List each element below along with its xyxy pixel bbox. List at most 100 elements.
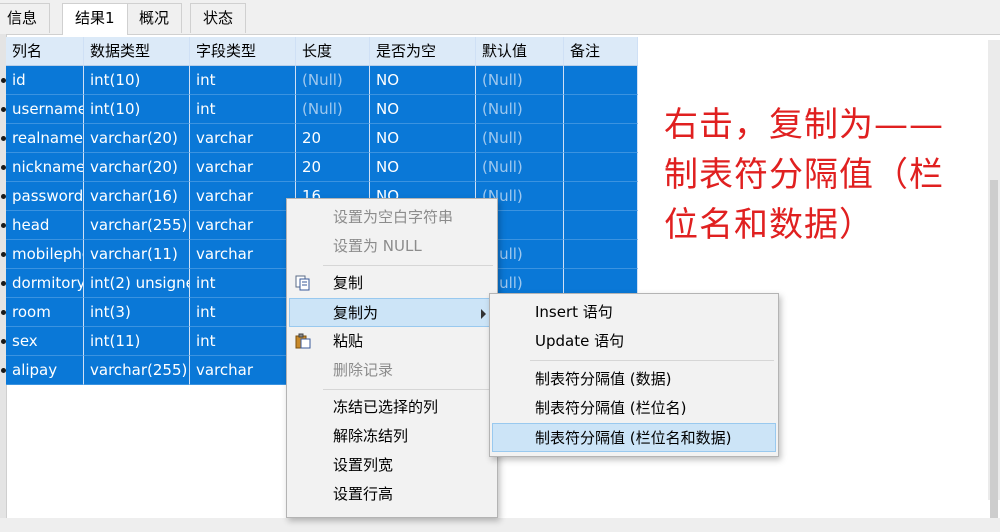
table-cell-field-type[interactable]: varchar <box>190 182 296 211</box>
menu-item-label: 复制 <box>333 274 364 292</box>
menu-item-copy[interactable]: 复制 <box>289 269 495 298</box>
menu-item-unfreeze-columns[interactable]: 解除冻结列 <box>289 422 495 451</box>
submenu-item-tsv-field-names[interactable]: 制表符分隔值 (栏位名) <box>492 394 776 423</box>
menu-item-paste[interactable]: 粘贴 <box>289 327 495 356</box>
grid-header-row: 列名 数据类型 字段类型 长度 是否为空 默认值 备注 <box>6 37 638 66</box>
table-cell-comment[interactable] <box>564 211 638 240</box>
menu-separator <box>530 360 774 361</box>
column-header-nullable[interactable]: 是否为空 <box>370 37 476 66</box>
column-header-length[interactable]: 长度 <box>296 37 370 66</box>
table-cell-field-type[interactable]: varchar <box>190 124 296 153</box>
table-row[interactable]: username int(10) int (Null) NO (Null) <box>1 95 638 124</box>
menu-item-set-row-height[interactable]: 设置行高 <box>289 480 495 509</box>
table-cell-field-type[interactable]: varchar <box>190 240 296 269</box>
table-cell-comment[interactable] <box>564 124 638 153</box>
table-cell-data-type[interactable]: int(10) <box>84 95 190 124</box>
table-cell-data-type[interactable]: varchar(255) <box>84 356 190 385</box>
table-cell-length[interactable]: 20 <box>296 124 370 153</box>
table-cell-default-value[interactable]: (Null) <box>476 66 564 95</box>
table-cell-data-type[interactable]: int(10) <box>84 66 190 95</box>
table-cell-col-name[interactable]: mobilephone <box>6 240 84 269</box>
table-cell-field-type[interactable]: varchar <box>190 356 296 385</box>
table-cell-comment[interactable] <box>564 182 638 211</box>
submenu-item-update-statement[interactable]: Update 语句 <box>492 327 776 356</box>
column-header-default-value[interactable]: 默认值 <box>476 37 564 66</box>
table-cell-nullable[interactable]: NO <box>370 124 476 153</box>
table-cell-col-name[interactable]: nickname <box>6 153 84 182</box>
table-cell-field-type[interactable]: int <box>190 95 296 124</box>
annotation-line: 制表符分隔值（栏 <box>664 155 944 195</box>
table-cell-data-type[interactable]: int(11) <box>84 327 190 356</box>
table-cell-comment[interactable] <box>564 66 638 95</box>
column-header-comment[interactable]: 备注 <box>564 37 638 66</box>
table-cell-data-type[interactable]: int(3) <box>84 298 190 327</box>
paste-icon <box>295 333 311 349</box>
table-cell-col-name[interactable]: password <box>6 182 84 211</box>
table-cell-comment[interactable] <box>564 95 638 124</box>
table-cell-length[interactable]: (Null) <box>296 95 370 124</box>
table-cell-col-name[interactable]: dormitory <box>6 269 84 298</box>
table-cell-field-type[interactable]: int <box>190 269 296 298</box>
table-cell-nullable[interactable]: NO <box>370 95 476 124</box>
context-menu: 设置为空白字符串 设置为 NULL 复制 复制为 粘贴 删除记录 冻结已选择的列… <box>286 198 498 518</box>
status-strip <box>0 518 1000 532</box>
submenu-item-tsv-field-names-and-data[interactable]: 制表符分隔值 (栏位名和数据) <box>492 423 776 452</box>
table-cell-field-type[interactable]: int <box>190 66 296 95</box>
copy-icon <box>295 275 310 291</box>
menu-item-label: 复制为 <box>333 304 379 322</box>
table-cell-data-type[interactable]: varchar(11) <box>84 240 190 269</box>
table-cell-data-type[interactable]: varchar(16) <box>84 182 190 211</box>
annotation-line: 位名和数据） <box>664 205 874 245</box>
table-cell-data-type[interactable]: varchar(255) <box>84 211 190 240</box>
table-cell-default-value[interactable]: (Null) <box>476 153 564 182</box>
table-row[interactable]: realname varchar(20) varchar 20 NO (Null) <box>1 124 638 153</box>
table-cell-col-name[interactable]: room <box>6 298 84 327</box>
tab-result1[interactable]: 结果1 <box>62 3 128 35</box>
table-cell-col-name[interactable]: username <box>6 95 84 124</box>
table-cell-field-type[interactable]: varchar <box>190 211 296 240</box>
submenu-item-tsv-data[interactable]: 制表符分隔值 (数据) <box>492 365 776 394</box>
table-cell-length[interactable]: (Null) <box>296 66 370 95</box>
table-cell-comment[interactable] <box>564 240 638 269</box>
table-cell-data-type[interactable]: varchar(20) <box>84 153 190 182</box>
table-cell-field-type[interactable]: int <box>190 327 296 356</box>
table-row[interactable]: id int(10) int (Null) NO (Null) <box>1 66 638 95</box>
table-cell-data-type[interactable]: int(2) unsigned <box>84 269 190 298</box>
tab-overview[interactable]: 概况 <box>126 3 183 33</box>
tab-info[interactable]: 信息 <box>0 3 51 33</box>
column-header-data-type[interactable]: 数据类型 <box>84 37 190 66</box>
table-cell-nullable[interactable]: NO <box>370 153 476 182</box>
table-cell-data-type[interactable]: varchar(20) <box>84 124 190 153</box>
table-cell-length[interactable]: 20 <box>296 153 370 182</box>
annotation-line: 右击，复制为—— <box>664 105 944 145</box>
table-cell-nullable[interactable]: NO <box>370 66 476 95</box>
table-cell-col-name[interactable]: head <box>6 211 84 240</box>
column-header-col-name[interactable]: 列名 <box>6 37 84 66</box>
annotation-text: 右击，复制为—— 制表符分隔值（栏 位名和数据） <box>664 100 982 250</box>
menu-separator <box>323 265 493 266</box>
table-cell-comment[interactable] <box>564 153 638 182</box>
menu-item-set-empty-string[interactable]: 设置为空白字符串 <box>289 203 495 232</box>
menu-item-label: 粘贴 <box>333 332 364 350</box>
submenu-item-insert-statement[interactable]: Insert 语句 <box>492 298 776 327</box>
table-cell-default-value[interactable]: (Null) <box>476 124 564 153</box>
menu-item-copy-as[interactable]: 复制为 <box>289 298 495 327</box>
menu-separator <box>323 389 493 390</box>
table-cell-field-type[interactable]: int <box>190 298 296 327</box>
table-cell-field-type[interactable]: varchar <box>190 153 296 182</box>
scrollbar-thumb[interactable] <box>990 180 998 520</box>
menu-item-freeze-selected-columns[interactable]: 冻结已选择的列 <box>289 393 495 422</box>
menu-item-set-null[interactable]: 设置为 NULL <box>289 232 495 261</box>
menu-item-set-column-width[interactable]: 设置列宽 <box>289 451 495 480</box>
submenu-arrow-icon <box>481 309 486 319</box>
table-cell-col-name[interactable]: sex <box>6 327 84 356</box>
table-cell-default-value[interactable]: (Null) <box>476 95 564 124</box>
tab-status[interactable]: 状态 <box>190 3 247 33</box>
menu-item-delete-record[interactable]: 删除记录 <box>289 356 495 385</box>
vertical-scrollbar[interactable] <box>988 40 1000 520</box>
table-row[interactable]: nickname varchar(20) varchar 20 NO (Null) <box>1 153 638 182</box>
table-cell-col-name[interactable]: alipay <box>6 356 84 385</box>
column-header-field-type[interactable]: 字段类型 <box>190 37 296 66</box>
table-cell-col-name[interactable]: id <box>6 66 84 95</box>
table-cell-col-name[interactable]: realname <box>6 124 84 153</box>
